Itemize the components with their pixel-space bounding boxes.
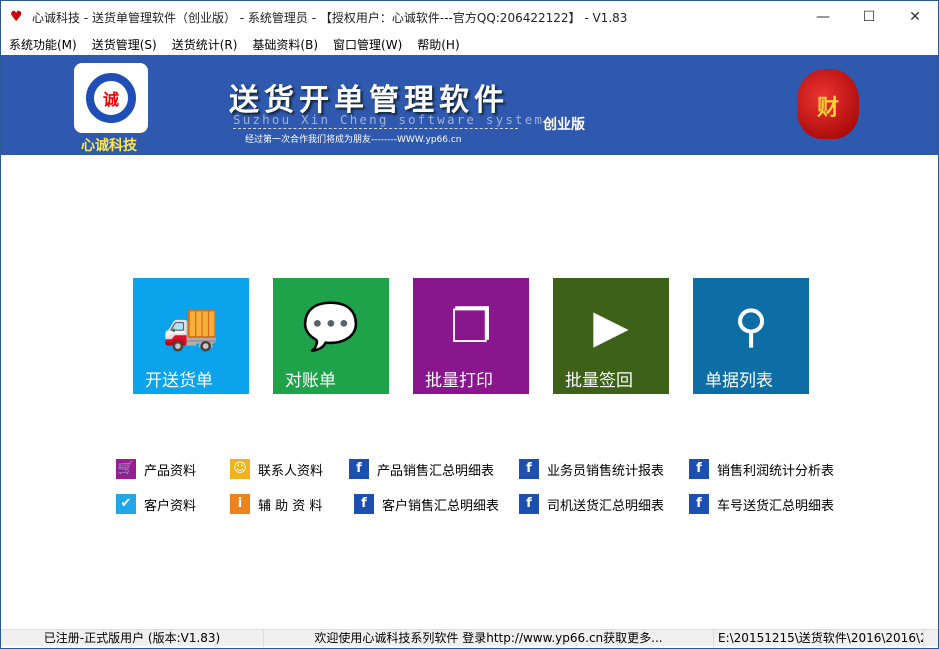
status-registration: 已注册-正式版用户 (版本:V1.83) — [1, 630, 264, 647]
tile-play[interactable]: ▶ 批量签回 — [553, 278, 669, 394]
search-icon: ⚲ — [734, 299, 768, 353]
close-button[interactable]: ✕ — [892, 1, 938, 33]
tile-label: 批量签回 — [565, 371, 633, 391]
tile-label: 开送货单 — [145, 371, 213, 391]
report-icon: f — [519, 459, 539, 479]
logo-text: 心诚科技 — [81, 138, 137, 154]
link-label: 辅 助 资 料 — [258, 498, 323, 514]
maximize-button[interactable]: ☐ — [846, 1, 892, 33]
link-item[interactable]: f 业务员销售统计报表 — [519, 459, 664, 479]
truck-icon: 🚚 — [162, 299, 220, 353]
info-icon: i — [230, 494, 250, 514]
status-welcome: 欢迎使用心诚科技系列软件 登录http://www.yp66.cn获取更多... — [264, 630, 714, 647]
link-label: 联系人资料 — [258, 463, 324, 479]
tile-truck[interactable]: 🚚 开送货单 — [133, 278, 249, 394]
link-item[interactable]: ☺ 联系人资料 — [230, 459, 323, 479]
link-item[interactable]: ✔ 客户资料 — [116, 494, 196, 514]
link-label: 客户资料 — [144, 498, 197, 514]
window-title: 心诚科技 - 送货单管理软件（创业版） - 系统管理员 - 【授权用户：心诚软件… — [32, 10, 628, 25]
link-label: 业务员销售统计报表 — [547, 463, 665, 479]
link-label: 车号送货汇总明细表 — [717, 498, 835, 514]
status-bar: 已注册-正式版用户 (版本:V1.83) 欢迎使用心诚科技系列软件 登录http… — [1, 629, 938, 647]
menu-bar: 系统功能(M) 送货管理(S) 送货统计(R) 基础资料(B) 窗口管理(W) … — [1, 33, 938, 55]
report-icon: f — [354, 494, 374, 514]
bird-icon: ✔ — [116, 494, 136, 514]
link-item[interactable]: f 车号送货汇总明细表 — [689, 494, 834, 514]
menu-basic-data[interactable]: 基础资料(B) — [252, 36, 318, 53]
link-item[interactable]: f 客户销售汇总明细表 — [354, 494, 499, 514]
banner-subtitle: Suzhou Xin Cheng software system — [233, 112, 545, 127]
status-path: E:\20151215\送货软件\2016\2016\2 — [714, 630, 924, 647]
divider — [233, 128, 518, 129]
link-item[interactable]: f 产品销售汇总明细表 — [349, 459, 494, 479]
cart-icon: 🛒 — [116, 459, 136, 479]
report-icon: f — [349, 459, 369, 479]
menu-help[interactable]: 帮助(H) — [417, 36, 459, 53]
tile-search[interactable]: ⚲ 单据列表 — [693, 278, 809, 394]
contacts-icon: ☺ — [230, 459, 250, 479]
company-logo: 诚 — [74, 63, 148, 133]
banner: 诚 心诚科技 送货开单管理软件 Suzhou Xin Cheng softwar… — [1, 55, 938, 155]
tile-label: 单据列表 — [705, 371, 773, 391]
edition-label: 创业版 — [543, 117, 585, 133]
report-icon: f — [689, 459, 709, 479]
menu-delivery[interactable]: 送货管理(S) — [92, 36, 157, 53]
logo-heart: 诚 — [86, 73, 136, 123]
money-bag-icon: 财 — [797, 69, 859, 139]
banner-motto: 经过第一次合作我们将成为朋友--------WWW.yp66.cn — [245, 135, 462, 145]
report-icon: f — [689, 494, 709, 514]
link-item[interactable]: 🛒 产品资料 — [116, 459, 196, 479]
link-label: 司机送货汇总明细表 — [547, 498, 665, 514]
link-item[interactable]: f 销售利润统计分析表 — [689, 459, 834, 479]
tile-label: 对账单 — [285, 371, 336, 391]
link-label: 产品销售汇总明细表 — [377, 463, 495, 479]
menu-system[interactable]: 系统功能(M) — [9, 36, 77, 53]
play-icon: ▶ — [593, 299, 629, 353]
link-label: 销售利润统计分析表 — [717, 463, 835, 479]
tile-copy[interactable]: ❐ 批量打印 — [413, 278, 529, 394]
tile-chat[interactable]: 💬 对账单 — [273, 278, 389, 394]
report-icon: f — [519, 494, 539, 514]
link-item[interactable]: i辅 助 资 料 — [230, 494, 322, 514]
menu-window[interactable]: 窗口管理(W) — [333, 36, 402, 53]
chat-icon: 💬 — [302, 299, 360, 353]
title-bar: ♥ 心诚科技 - 送货单管理软件（创业版） - 系统管理员 - 【授权用户：心诚… — [1, 1, 938, 33]
link-label: 产品资料 — [144, 463, 197, 479]
copy-icon: ❐ — [450, 299, 492, 353]
link-item[interactable]: f 司机送货汇总明细表 — [519, 494, 664, 514]
menu-stats[interactable]: 送货统计(R) — [172, 36, 238, 53]
minimize-button[interactable]: — — [800, 1, 846, 33]
app-icon: ♥ — [10, 9, 23, 25]
link-label: 客户销售汇总明细表 — [382, 498, 500, 514]
tile-label: 批量打印 — [425, 371, 493, 391]
